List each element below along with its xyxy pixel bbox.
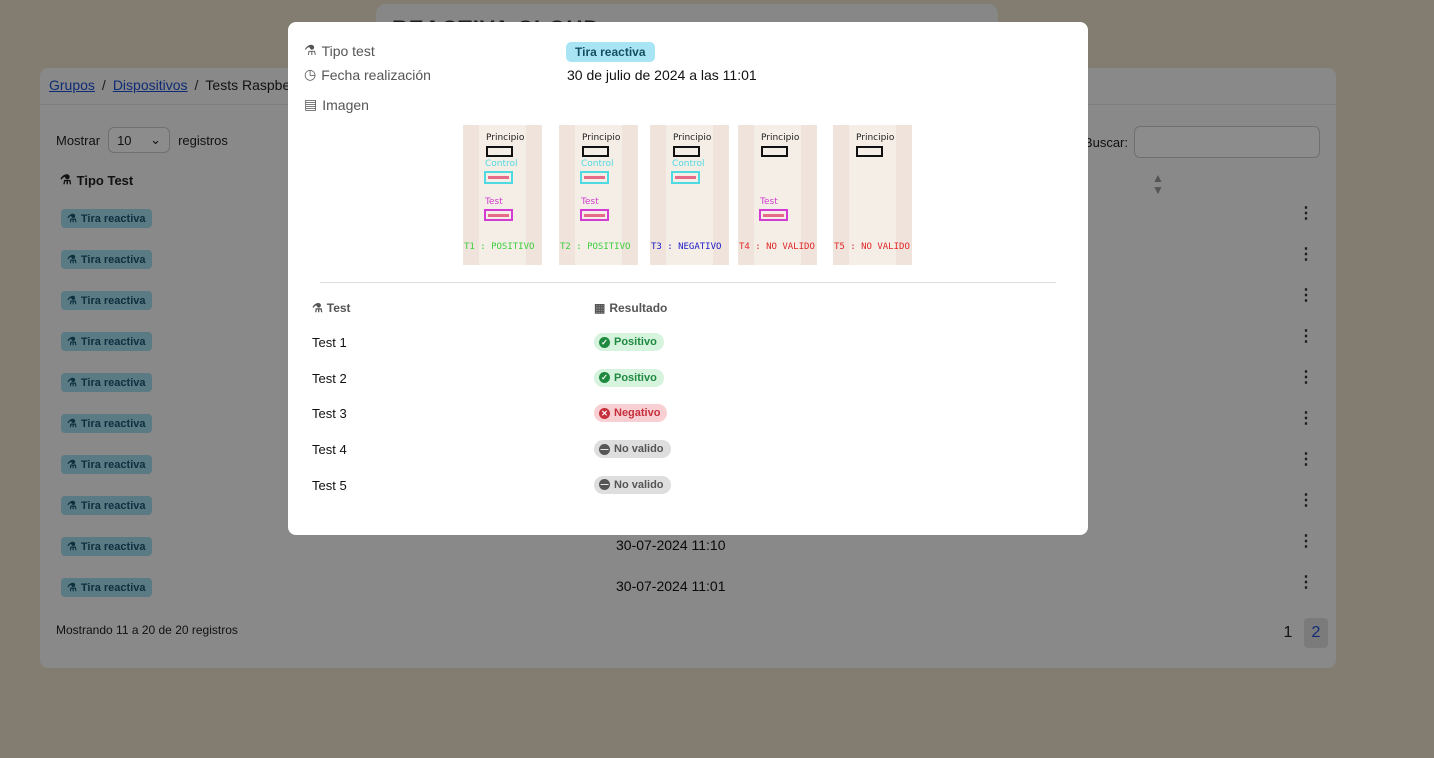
results-header-test: ⚗ Test	[312, 301, 351, 315]
result-test-name: Test 2	[312, 370, 347, 386]
result-row: Test 3 ✕ Negativo	[288, 404, 1088, 442]
result-status-badge: ✕ Negativo	[594, 404, 668, 423]
x-circle-icon: ✕	[599, 407, 610, 419]
strip-result-label: T5 : NO VALIDO	[834, 242, 910, 252]
result-row: Test 2 ✓ Positivo	[288, 368, 1088, 407]
strip-test-label: Test	[581, 197, 599, 207]
strip-result-label: T4 : NO VALIDO	[739, 242, 815, 252]
type-label: Tipo test	[321, 42, 375, 59]
test-detail-modal: ⚗ Tipo test Tira reactiva ◷ Fecha realiz…	[288, 22, 1088, 535]
date-row: ◷ Fecha realización	[304, 66, 431, 83]
strip-top-box	[673, 146, 700, 157]
test-strip: Principio T5 : NO VALIDO	[833, 125, 912, 265]
results-header-test-label: Test	[326, 301, 351, 315]
test-strip: Principio Control Test T2 : POSITIVO	[559, 125, 638, 265]
result-status-label: Negativo	[614, 407, 661, 420]
minus-circle-icon: —	[599, 443, 610, 455]
strip-test-line	[763, 214, 784, 217]
divider	[320, 282, 1056, 283]
result-status-badge: — No valido	[594, 440, 671, 459]
strip-top-label: Principio	[582, 133, 621, 143]
strip-result-label: T3 : NEGATIVO	[651, 242, 722, 252]
check-circle-icon: ✓	[599, 372, 610, 384]
strip-top-label: Principio	[761, 133, 800, 143]
strip-test-line	[488, 214, 509, 217]
date-label: Fecha realización	[321, 66, 431, 83]
strip-control-line	[584, 176, 605, 179]
result-test-name: Test 3	[312, 406, 347, 422]
result-status-label: No valido	[614, 443, 664, 456]
strip-control-label: Control	[581, 159, 614, 169]
result-status-badge: ✓ Positivo	[594, 368, 664, 387]
result-status-badge: ✓ Positivo	[594, 333, 664, 351]
type-row: ⚗ Tipo test	[304, 42, 375, 59]
strip-top-label: Principio	[856, 133, 895, 143]
strip-control-label: Control	[672, 159, 705, 169]
beaker-icon: ⚗	[312, 301, 323, 315]
check-circle-icon: ✓	[599, 336, 610, 348]
strip-top-label: Principio	[486, 133, 525, 143]
strip-control-label: Control	[485, 159, 518, 169]
strip-top-box	[582, 146, 609, 157]
result-status-label: No valido	[614, 478, 664, 491]
result-test-name: Test 4	[312, 442, 347, 458]
image-label: Imagen	[322, 96, 369, 113]
strip-test-line	[584, 214, 605, 217]
result-status-badge: — No valido	[594, 475, 671, 494]
image-row: ▤ Imagen	[304, 96, 369, 113]
minus-circle-icon: —	[599, 479, 610, 491]
results-header-result-label: Resultado	[609, 301, 668, 315]
result-test-name: Test 1	[312, 335, 347, 350]
flask-icon: ⚗	[304, 42, 317, 58]
result-row: Test 1 ✓ Positivo	[288, 333, 1088, 371]
chart-icon: ▦	[594, 301, 606, 315]
strip-top-box	[856, 146, 883, 157]
result-row: Test 5 — No valido	[288, 475, 1088, 514]
clock-icon: ◷	[304, 66, 317, 82]
strip-top-box	[761, 146, 788, 157]
strip-result-label: T2 : POSITIVO	[560, 242, 631, 252]
test-strip: Principio Test T4 : NO VALIDO	[738, 125, 817, 265]
result-row: Test 4 — No valido	[288, 440, 1088, 478]
result-status-label: Positivo	[614, 371, 657, 384]
strip-test-label: Test	[485, 197, 503, 207]
result-test-name: Test 5	[312, 477, 347, 493]
strip-top-box	[486, 146, 513, 157]
strip-control-line	[488, 176, 509, 179]
strip-result-label: T1 : POSITIVO	[464, 242, 535, 252]
type-badge: Tira reactiva	[566, 42, 655, 62]
results-header-result: ▦ Resultado	[594, 301, 667, 315]
date-value: 30 de julio de 2024 a las 11:01	[567, 67, 757, 83]
strip-top-label: Principio	[673, 133, 712, 143]
image-icon: ▤	[304, 96, 318, 112]
test-strip: Principio Control T3 : NEGATIVO	[650, 125, 729, 265]
strip-test-label: Test	[760, 197, 778, 207]
strip-control-line	[675, 176, 696, 179]
test-strip: Principio Control Test T1 : POSITIVO	[463, 125, 542, 265]
result-status-label: Positivo	[614, 336, 657, 348]
